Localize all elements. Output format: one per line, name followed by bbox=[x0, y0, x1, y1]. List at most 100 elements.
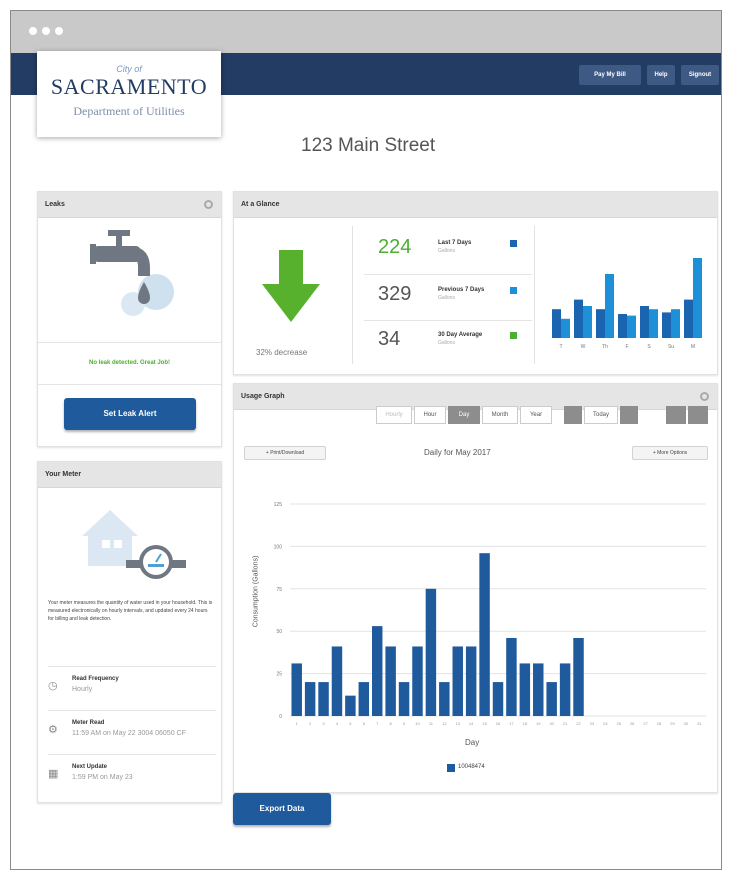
mini-tick-label: W bbox=[581, 344, 586, 350]
legend-swatch-icon bbox=[447, 764, 455, 772]
stat-label: Last 7 Days bbox=[438, 240, 472, 246]
panel-header: Leaks bbox=[38, 192, 221, 218]
print-icon[interactable] bbox=[666, 406, 686, 424]
mini-bar-previous bbox=[583, 306, 592, 338]
panel-header: Your Meter bbox=[38, 462, 221, 488]
more-options-button[interactable]: + More Options bbox=[632, 446, 708, 460]
mini-tick-label: Su bbox=[668, 344, 674, 350]
stat-number: 34 bbox=[378, 328, 401, 350]
x-tick-label: 5 bbox=[349, 721, 352, 726]
stat-label: 30 Day Average bbox=[438, 332, 483, 338]
data-bar bbox=[546, 682, 557, 716]
x-tick-label: 16 bbox=[496, 721, 501, 726]
x-tick-label: 28 bbox=[657, 721, 662, 726]
legend-swatch-icon bbox=[510, 332, 517, 339]
x-tick-label: 2 bbox=[309, 721, 312, 726]
tab-year[interactable]: Year bbox=[520, 406, 552, 424]
x-tick-label: 8 bbox=[390, 721, 393, 726]
next-period-button[interactable] bbox=[620, 406, 638, 424]
data-bar bbox=[452, 646, 463, 716]
data-bar bbox=[318, 682, 329, 716]
x-tick-label: 30 bbox=[684, 721, 689, 726]
x-tick-label: 13 bbox=[456, 721, 461, 726]
legend-swatch-icon bbox=[510, 287, 517, 294]
logo-city-text: City of bbox=[116, 64, 142, 74]
window-dot-icon[interactable] bbox=[29, 27, 37, 35]
usage-graph-panel: Usage Graph Hourly Hour Day Month Year T… bbox=[233, 383, 718, 793]
set-leak-alert-button[interactable]: Set Leak Alert bbox=[64, 398, 196, 430]
next-update-label: Next Update bbox=[72, 764, 108, 770]
glance-title: At a Glance bbox=[241, 201, 280, 208]
x-tick-label: 25 bbox=[617, 721, 622, 726]
print-download-button[interactable]: + Print/Download bbox=[244, 446, 326, 460]
stat-unit: Gallons bbox=[438, 248, 455, 254]
settings-icon[interactable] bbox=[204, 200, 213, 209]
y-tick-label: 75 bbox=[276, 587, 282, 593]
data-bar bbox=[439, 682, 450, 716]
panel-header: At a Glance bbox=[234, 192, 717, 218]
data-bar bbox=[479, 553, 490, 716]
logo-city-name: SACRAMENTO bbox=[50, 74, 208, 99]
stat-label: Previous 7 Days bbox=[438, 287, 485, 293]
data-bar bbox=[398, 682, 410, 716]
pay-bill-button[interactable]: Pay My Bill bbox=[579, 65, 641, 85]
read-frequency-value: Hourly bbox=[72, 686, 93, 693]
window-dot-icon[interactable] bbox=[55, 27, 63, 35]
tab-hourly[interactable]: Hourly bbox=[376, 406, 412, 424]
export-data-button[interactable]: Export Data bbox=[233, 793, 331, 825]
x-tick-label: 9 bbox=[403, 721, 406, 726]
mini-bar-current bbox=[596, 309, 605, 338]
faucet-icon bbox=[90, 230, 174, 316]
house-meter-icon bbox=[82, 510, 186, 579]
chart-type-icon[interactable] bbox=[688, 406, 708, 424]
meter-panel: Your Meter Your meter measures the quant… bbox=[37, 461, 222, 803]
data-bar bbox=[519, 663, 531, 716]
legend-label: 10048474 bbox=[458, 764, 485, 770]
window-dot-icon[interactable] bbox=[42, 27, 50, 35]
help-button[interactable]: Help bbox=[647, 65, 675, 85]
y-tick-label: 25 bbox=[276, 672, 282, 678]
x-tick-label: 15 bbox=[482, 721, 487, 726]
tab-hour[interactable]: Hour bbox=[414, 406, 446, 424]
next-update-value: 1:59 PM on May 23 bbox=[72, 774, 133, 781]
divider bbox=[38, 342, 221, 343]
x-tick-label: 26 bbox=[630, 721, 635, 726]
meter-description: Your meter measures the quantity of wate… bbox=[48, 600, 213, 622]
divider bbox=[364, 320, 532, 321]
today-button[interactable]: Today bbox=[584, 406, 618, 424]
stat-number: 329 bbox=[378, 283, 412, 305]
signout-button[interactable]: Signout bbox=[681, 65, 719, 85]
leaks-panel: Leaks No leak detected. Great Job! Set L… bbox=[37, 191, 222, 447]
tab-day[interactable]: Day bbox=[448, 406, 480, 424]
chart-title: Daily for May 2017 bbox=[424, 448, 491, 457]
x-tick-label: 3 bbox=[322, 721, 325, 726]
x-tick-label: 24 bbox=[603, 721, 608, 726]
city-logo[interactable]: City of SACRAMENTO Department of Utiliti… bbox=[37, 51, 221, 137]
decrease-text: 32% decrease bbox=[256, 348, 308, 357]
divider bbox=[352, 226, 353, 364]
tab-month[interactable]: Month bbox=[482, 406, 518, 424]
page-title: 123 Main Street bbox=[301, 135, 436, 156]
data-bar bbox=[559, 663, 571, 716]
stat-last-7-days: 224 Last 7 Days Gallons bbox=[358, 230, 533, 274]
x-tick-label: 12 bbox=[442, 721, 447, 726]
data-bar bbox=[492, 682, 504, 716]
mini-bar-current bbox=[574, 299, 583, 338]
mini-bar-previous bbox=[561, 318, 570, 338]
x-tick-label: 29 bbox=[670, 721, 675, 726]
prev-period-button[interactable] bbox=[564, 406, 582, 424]
data-bar bbox=[358, 682, 370, 716]
stat-previous-7-days: 329 Previous 7 Days Gallons bbox=[358, 277, 533, 321]
at-a-glance-panel: At a Glance 32% decrease 224 Last 7 Days… bbox=[233, 191, 718, 375]
mini-bar-current bbox=[618, 314, 627, 338]
stat-unit: Gallons bbox=[438, 295, 455, 301]
mini-bar-current bbox=[640, 306, 649, 338]
stat-unit: Gallons bbox=[438, 340, 455, 346]
data-bar bbox=[425, 588, 437, 716]
mini-bar-previous bbox=[605, 274, 614, 338]
browser-chrome bbox=[11, 11, 721, 53]
x-tick-label: 22 bbox=[576, 721, 581, 726]
meter-read-row: ⚙ Meter Read 11:59 AM on May 22 3004 060… bbox=[48, 710, 216, 754]
settings-icon[interactable] bbox=[700, 392, 709, 401]
x-tick-label: 11 bbox=[429, 721, 434, 726]
